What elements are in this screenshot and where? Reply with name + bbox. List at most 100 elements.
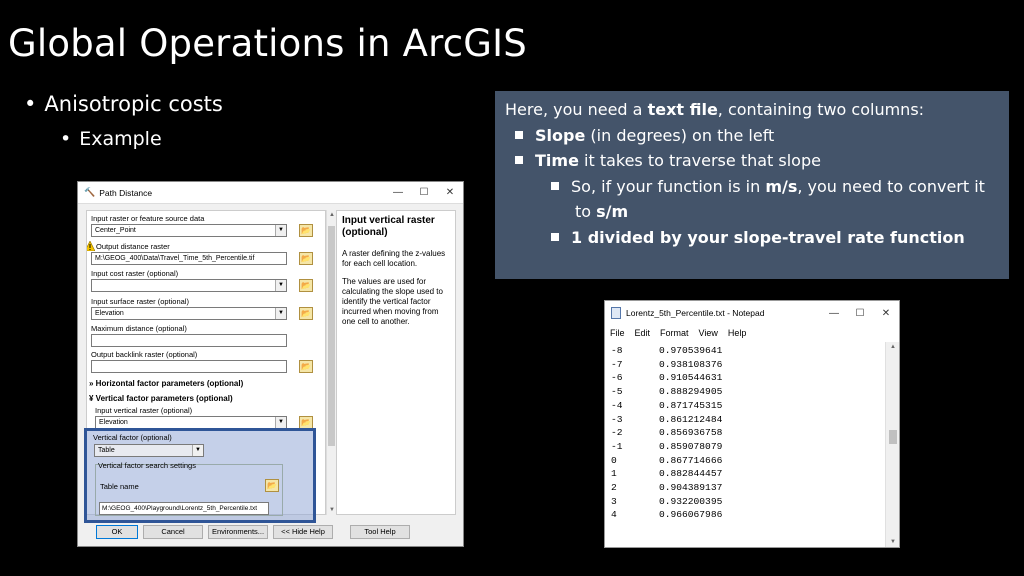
- folder-icon[interactable]: 📂: [265, 479, 279, 492]
- close-icon[interactable]: ✕: [873, 308, 899, 319]
- menu-help[interactable]: Help: [728, 328, 747, 338]
- maximize-icon[interactable]: ☐: [411, 187, 437, 198]
- chevron-down-icon: ¥: [89, 394, 96, 403]
- scroll-down-icon[interactable]: ▼: [886, 539, 900, 545]
- text-line: -8 0.970539641: [611, 344, 885, 358]
- vertical-factor-label: Vertical factor (optional): [93, 433, 172, 442]
- menu-view[interactable]: View: [699, 328, 718, 338]
- bullet-anisotropic: • Anisotropic costs: [24, 92, 223, 116]
- bullet-example: • Example: [60, 128, 162, 150]
- cancel-button[interactable]: Cancel: [143, 525, 203, 539]
- info-bold: 1 divided by your slope-travel rate func…: [571, 227, 965, 247]
- time-value: 0.871745315: [659, 399, 723, 411]
- field-label: Maximum distance (optional): [91, 324, 187, 333]
- tool-help-button[interactable]: Tool Help: [350, 525, 410, 539]
- text-line: 3 0.932200395: [611, 495, 885, 509]
- folder-icon[interactable]: 📂: [299, 279, 313, 292]
- notepad-text-area[interactable]: -8 0.970539641 -7 0.938108376 -6 0.910544631 -…: [607, 342, 885, 547]
- info-text: , you need to convert it: [797, 176, 985, 196]
- table-name-field[interactable]: M:\GEOG_400\Playground\Lorentz_5th_Perce…: [99, 502, 269, 515]
- info-text: Here, you need a: [505, 100, 648, 119]
- cost-raster-field[interactable]: ▼: [91, 279, 287, 292]
- chevron-right-icon: »: [89, 379, 96, 388]
- section-horizontal-factor[interactable]: » Horizontal factor parameters (optional…: [89, 379, 243, 388]
- dialog-title: Path Distance: [99, 187, 153, 198]
- square-bullet-icon: [551, 181, 559, 190]
- folder-icon[interactable]: 📂: [299, 252, 313, 265]
- notepad-scrollbar[interactable]: ▲ ▼: [885, 342, 899, 547]
- field-label: Input vertical raster (optional): [95, 406, 193, 415]
- max-distance-field[interactable]: [91, 334, 287, 347]
- notepad-title: Lorentz_5th_Percentile.txt - Notepad: [626, 308, 765, 318]
- close-icon[interactable]: ✕: [437, 187, 463, 198]
- bullet-text: Anisotropic costs: [44, 92, 223, 116]
- hammer-icon: 🔨: [84, 187, 96, 197]
- chevron-down-icon[interactable]: ▼: [192, 445, 203, 456]
- field-label: Output distance raster: [96, 242, 170, 251]
- warning-icon: [87, 240, 96, 252]
- time-value: 0.859078079: [659, 440, 723, 452]
- hide-help-button[interactable]: << Hide Help: [273, 525, 333, 539]
- slope-value: -1: [611, 440, 623, 452]
- folder-icon[interactable]: 📂: [299, 224, 313, 237]
- surface-raster-field[interactable]: Elevation ▼: [91, 307, 287, 320]
- menu-format[interactable]: Format: [660, 328, 689, 338]
- time-value: 0.970539641: [659, 345, 723, 356]
- backlink-raster-field[interactable]: [91, 360, 287, 373]
- info-item-time: Time it takes to traverse that slope: [505, 148, 999, 174]
- field-label: Input cost raster (optional): [91, 269, 179, 278]
- info-line-intro: Here, you need a text file, containing t…: [505, 97, 999, 123]
- output-distance-field[interactable]: M:\GEOG_400\Data\Travel_Time_5th_Percent…: [91, 252, 287, 265]
- info-text: to: [575, 202, 597, 221]
- notepad-titlebar: Lorentz_5th_Percentile.txt - Notepad — ☐…: [605, 301, 899, 325]
- folder-icon[interactable]: 📂: [299, 360, 313, 373]
- text-line: 4 0.966067986: [611, 508, 885, 522]
- vertical-factor-select[interactable]: Table ▼: [94, 444, 204, 457]
- field-label: Input raster or feature source data: [91, 214, 205, 223]
- field-value: Elevation: [99, 419, 128, 426]
- chevron-down-icon[interactable]: ▼: [275, 308, 286, 319]
- time-value: 0.867714666: [659, 454, 723, 466]
- bullet-dot: •: [24, 92, 37, 116]
- minimize-icon[interactable]: —: [821, 308, 847, 319]
- chevron-down-icon[interactable]: ▼: [275, 417, 286, 428]
- info-text: , containing two columns:: [717, 100, 925, 119]
- menu-file[interactable]: File: [610, 328, 625, 338]
- section-vertical-factor[interactable]: ¥ Vertical factor parameters (optional): [89, 394, 233, 403]
- slope-value: 4: [611, 509, 617, 521]
- environments-button[interactable]: Environments...: [208, 525, 268, 539]
- help-paragraph: The values are used for calculating the …: [342, 277, 443, 326]
- chevron-down-icon[interactable]: ▼: [275, 280, 286, 291]
- dialog-buttons: OK Cancel Environments... << Hide Help T…: [96, 525, 410, 539]
- notepad-window: Lorentz_5th_Percentile.txt - Notepad — ☐…: [604, 300, 900, 548]
- chevron-down-icon[interactable]: ▼: [275, 225, 286, 236]
- scroll-thumb[interactable]: [889, 430, 897, 444]
- section-label: Horizontal factor parameters (optional): [95, 379, 244, 388]
- input-source-field[interactable]: Center_Point ▼: [91, 224, 287, 237]
- text-line: -7 0.938108376: [611, 358, 885, 372]
- info-text: it takes to traverse that slope: [578, 151, 821, 170]
- scroll-up-icon[interactable]: ▲: [886, 344, 900, 350]
- section-label: Vertical factor parameters (optional): [95, 394, 233, 403]
- info-bold: m/s: [765, 176, 798, 196]
- text-line: -6 0.910544631: [611, 371, 885, 385]
- maximize-icon[interactable]: ☐: [847, 308, 873, 319]
- folder-icon[interactable]: 📂: [299, 307, 313, 320]
- dialog-titlebar: 🔨 Path Distance — ☐ ✕: [78, 182, 463, 204]
- minimize-icon[interactable]: —: [385, 187, 411, 198]
- info-box: Here, you need a text file, containing t…: [495, 91, 1009, 279]
- info-text: (in degrees) on the left: [585, 125, 775, 145]
- search-settings-label: Vertical factor search settings: [98, 461, 196, 470]
- slope-value: -2: [611, 427, 623, 439]
- text-line: 2 0.904389137: [611, 481, 885, 495]
- menu-edit[interactable]: Edit: [635, 328, 651, 338]
- scroll-thumb[interactable]: [328, 226, 335, 446]
- slope-value: -3: [611, 413, 623, 425]
- help-paragraph: A raster defining the z-values for each …: [342, 249, 446, 268]
- ok-button[interactable]: OK: [96, 525, 138, 539]
- text-line: -4 0.871745315: [611, 399, 885, 413]
- help-panel: Input vertical raster (optional) A raste…: [336, 210, 456, 515]
- info-bold: text file: [647, 100, 718, 119]
- info-subitem-divide: 1 divided by your slope-travel rate func…: [505, 225, 999, 251]
- parameters-scrollbar[interactable]: ▲ ▼: [326, 210, 336, 515]
